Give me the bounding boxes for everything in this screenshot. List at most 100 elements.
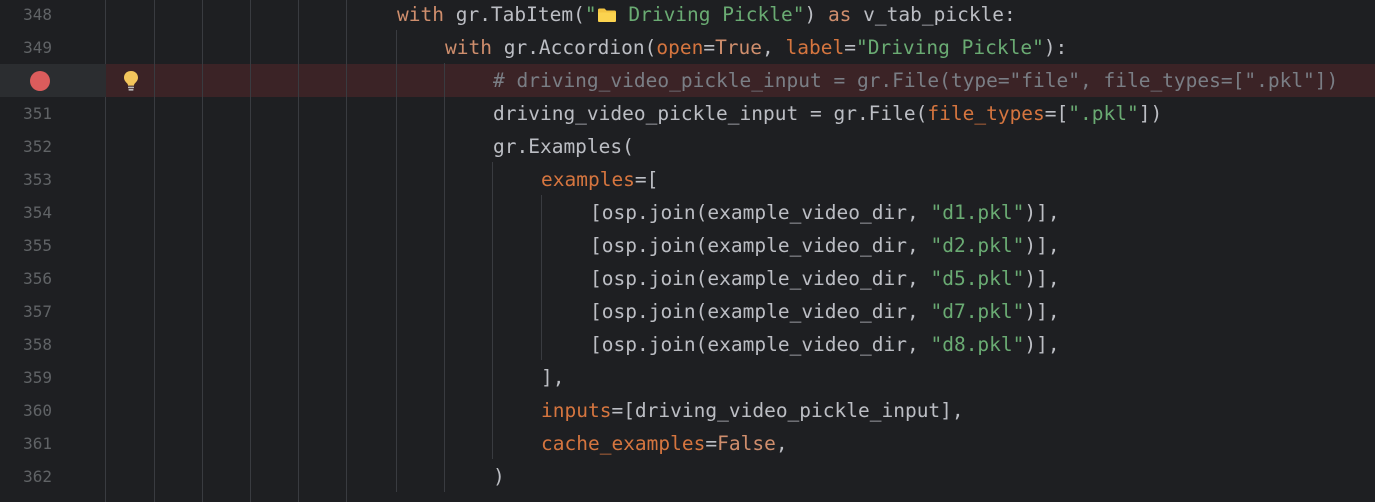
code-text[interactable]: [osp.join(example_video_dir, "d8.pkl")], bbox=[590, 328, 1060, 361]
indent-guide bbox=[154, 0, 155, 502]
code-token: =[ bbox=[1044, 102, 1069, 125]
code-line[interactable]: # driving_video_pickle_input = gr.File(t… bbox=[0, 64, 1375, 97]
code-token: )], bbox=[1024, 333, 1060, 356]
code-text[interactable]: [osp.join(example_video_dir, "d7.pkl")], bbox=[590, 295, 1060, 328]
code-text[interactable]: with gr.TabItem(" Driving Pickle") as v_… bbox=[397, 0, 1016, 31]
code-text[interactable]: with gr.Accordion(open=True, label="Driv… bbox=[445, 31, 1067, 64]
gutter-cell[interactable] bbox=[0, 64, 106, 97]
code-token: v_tab_pickle: bbox=[851, 3, 1016, 26]
code-token: )], bbox=[1024, 267, 1060, 290]
code-line[interactable]: 357 [osp.join(example_video_dir, "d7.pkl"… bbox=[0, 295, 1375, 328]
code-token: driving_video_pickle_input = gr.File( bbox=[493, 102, 928, 125]
code-text[interactable]: driving_video_pickle_input = gr.File(fil… bbox=[493, 97, 1162, 130]
code-token: label bbox=[785, 36, 845, 59]
code-token: True bbox=[715, 36, 763, 59]
code-token: , bbox=[775, 432, 788, 455]
code-text[interactable]: # driving_video_pickle_input = gr.File(t… bbox=[493, 64, 1338, 97]
code-token: examples bbox=[541, 168, 635, 191]
code-line[interactable]: 360 inputs=[driving_video_pickle_input], bbox=[0, 394, 1375, 427]
line-number: 349 bbox=[23, 38, 52, 57]
code-token: ]) bbox=[1138, 102, 1163, 125]
code-token: "d8.pkl" bbox=[930, 333, 1025, 356]
code-token: "d1.pkl" bbox=[930, 201, 1025, 224]
line-number: 354 bbox=[23, 203, 52, 222]
code-token: gr.Accordion( bbox=[491, 36, 657, 59]
code-token: [osp.join(example_video_dir, bbox=[590, 267, 931, 290]
line-number: 348 bbox=[23, 5, 52, 24]
code-token: ) bbox=[493, 465, 505, 488]
indent-guide bbox=[492, 162, 493, 459]
indent-guide bbox=[346, 0, 347, 502]
indent-guide bbox=[298, 0, 299, 502]
code-line[interactable]: 353 examples=[ bbox=[0, 163, 1375, 196]
code-token: )], bbox=[1024, 300, 1060, 323]
code-token: [osp.join(example_video_dir, bbox=[590, 300, 931, 323]
code-text[interactable]: ], bbox=[541, 361, 564, 394]
code-token: =[driving_video_pickle_input], bbox=[611, 399, 964, 422]
code-token: "d5.pkl" bbox=[930, 267, 1025, 290]
line-number: 351 bbox=[23, 104, 52, 123]
code-line[interactable]: 348 with gr.TabItem(" Driving Pickle") as… bbox=[0, 0, 1375, 31]
code-line[interactable]: 356 [osp.join(example_video_dir, "d5.pkl"… bbox=[0, 262, 1375, 295]
line-number: 358 bbox=[23, 335, 52, 354]
code-token: )], bbox=[1024, 201, 1060, 224]
code-token: = bbox=[844, 36, 856, 59]
code-token: cache_examples bbox=[541, 432, 706, 455]
code-token: " bbox=[584, 3, 597, 26]
code-line[interactable]: 358 [osp.join(example_video_dir, "d8.pkl"… bbox=[0, 328, 1375, 361]
code-token: [osp.join(example_video_dir, bbox=[590, 201, 931, 224]
code-token: , bbox=[762, 36, 786, 59]
code-token: "d2.pkl" bbox=[930, 234, 1025, 257]
code-text[interactable]: inputs=[driving_video_pickle_input], bbox=[541, 394, 964, 427]
line-number: 361 bbox=[23, 434, 52, 453]
code-line[interactable]: 359], bbox=[0, 361, 1375, 394]
code-token: "Driving Pickle" bbox=[855, 36, 1044, 59]
code-line[interactable]: 351 driving_video_pickle_input = gr.File(… bbox=[0, 97, 1375, 130]
code-text[interactable]: examples=[ bbox=[541, 163, 658, 196]
code-text[interactable]: ) bbox=[493, 460, 505, 493]
indent-guide bbox=[202, 0, 203, 502]
line-number: 362 bbox=[23, 467, 52, 486]
code-line[interactable]: 355 [osp.join(example_video_dir, "d2.pkl"… bbox=[0, 229, 1375, 262]
code-text[interactable]: gr.Examples( bbox=[493, 130, 634, 163]
code-line[interactable]: 362) bbox=[0, 460, 1375, 493]
line-number: 356 bbox=[23, 269, 52, 288]
line-number: 355 bbox=[23, 236, 52, 255]
indent-guide bbox=[250, 0, 251, 502]
line-number: 353 bbox=[23, 170, 52, 189]
indent-guide bbox=[396, 30, 397, 492]
code-line[interactable]: 361 cache_examples=False, bbox=[0, 427, 1375, 460]
code-token: ], bbox=[541, 366, 565, 389]
lightbulb-icon[interactable] bbox=[122, 70, 140, 92]
folder-icon bbox=[597, 8, 616, 22]
line-number: 352 bbox=[23, 137, 52, 156]
code-token: [osp.join(example_video_dir, bbox=[590, 234, 931, 257]
code-token: False bbox=[717, 432, 776, 455]
code-text[interactable]: [osp.join(example_video_dir, "d5.pkl")], bbox=[590, 262, 1060, 295]
code-line[interactable]: 354 [osp.join(example_video_dir, "d1.pkl"… bbox=[0, 196, 1375, 229]
code-token: ".pkl" bbox=[1068, 102, 1139, 125]
code-text[interactable]: [osp.join(example_video_dir, "d2.pkl")], bbox=[590, 229, 1060, 262]
code-token: gr.Examples( bbox=[493, 135, 634, 158]
code-token: open bbox=[656, 36, 704, 59]
code-text[interactable]: [osp.join(example_video_dir, "d1.pkl")], bbox=[590, 196, 1060, 229]
code-token: file_types bbox=[927, 102, 1045, 125]
code-token: = bbox=[703, 36, 716, 59]
code-token: =[ bbox=[634, 168, 659, 191]
code-token: with bbox=[445, 36, 492, 59]
code-line[interactable]: 349 with gr.Accordion(open=True, label="D… bbox=[0, 31, 1375, 64]
code-editor[interactable]: 348 with gr.TabItem(" Driving Pickle") as… bbox=[0, 0, 1375, 502]
code-token: )], bbox=[1024, 234, 1060, 257]
code-token: [osp.join(example_video_dir, bbox=[590, 333, 931, 356]
code-token: ) bbox=[804, 3, 828, 26]
code-token: "d7.pkl" bbox=[930, 300, 1025, 323]
code-line[interactable]: 352 gr.Examples( bbox=[0, 130, 1375, 163]
code-token: gr.TabItem( bbox=[443, 3, 585, 26]
code-token: as bbox=[827, 3, 852, 26]
code-token: = bbox=[705, 432, 718, 455]
indent-guide bbox=[444, 63, 445, 492]
code-text[interactable]: cache_examples=False, bbox=[541, 427, 788, 460]
line-number: 359 bbox=[23, 368, 52, 387]
breakpoint-icon[interactable] bbox=[30, 71, 50, 91]
line-number: 360 bbox=[23, 401, 52, 420]
